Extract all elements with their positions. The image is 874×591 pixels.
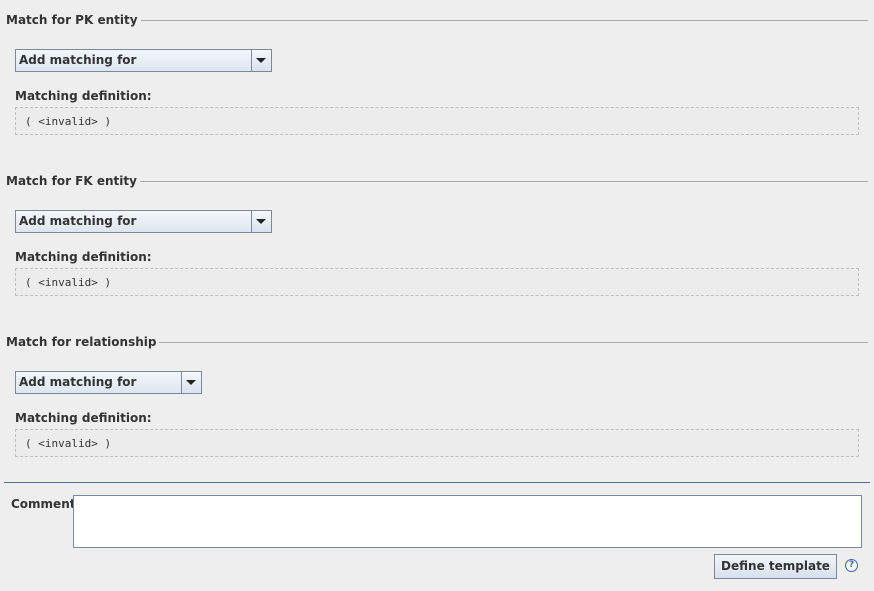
fk-add-matching-combo[interactable]: Add matching for: [15, 210, 272, 233]
relationship-matching-definition-box: ( <invalid> ): [15, 429, 859, 457]
fk-matching-definition-label: Matching definition:: [15, 250, 152, 264]
relationship-title: Match for relationship: [6, 335, 160, 349]
fk-entity-header: Match for FK entity: [6, 174, 868, 188]
comment-textarea[interactable]: [73, 495, 862, 548]
define-template-button[interactable]: Define template: [714, 554, 837, 579]
fk-entity-title: Match for FK entity: [6, 174, 140, 188]
pk-matching-definition-value: ( <invalid> ): [25, 115, 112, 128]
help-icon[interactable]: ?: [845, 559, 858, 572]
relationship-combo-dropdown-button[interactable]: [181, 372, 201, 393]
comment-label: Comment:: [11, 497, 81, 511]
pk-entity-header: Match for PK entity: [6, 13, 868, 27]
pk-matching-definition-label: Matching definition:: [15, 89, 152, 103]
pk-combo-dropdown-button[interactable]: [251, 50, 271, 71]
chevron-down-icon: [186, 380, 196, 385]
fk-matching-definition-value: ( <invalid> ): [25, 276, 112, 289]
pk-matching-definition-box: ( <invalid> ): [15, 107, 859, 135]
chevron-down-icon: [256, 219, 266, 224]
pk-entity-title: Match for PK entity: [6, 13, 141, 27]
relationship-add-matching-combo-value: Add matching for: [19, 375, 137, 389]
relationship-header: Match for relationship: [6, 335, 868, 349]
relationship-add-matching-combo[interactable]: Add matching for: [15, 371, 202, 394]
relationship-matching-definition-label: Matching definition:: [15, 411, 152, 425]
chevron-down-icon: [256, 58, 266, 63]
relationship-matching-definition-value: ( <invalid> ): [25, 437, 112, 450]
pk-add-matching-combo[interactable]: Add matching for: [15, 49, 272, 72]
bottom-divider: [4, 482, 870, 483]
pk-add-matching-combo-value: Add matching for: [19, 53, 137, 67]
fk-matching-definition-box: ( <invalid> ): [15, 268, 859, 296]
fk-add-matching-combo-value: Add matching for: [19, 214, 137, 228]
fk-combo-dropdown-button[interactable]: [251, 211, 271, 232]
